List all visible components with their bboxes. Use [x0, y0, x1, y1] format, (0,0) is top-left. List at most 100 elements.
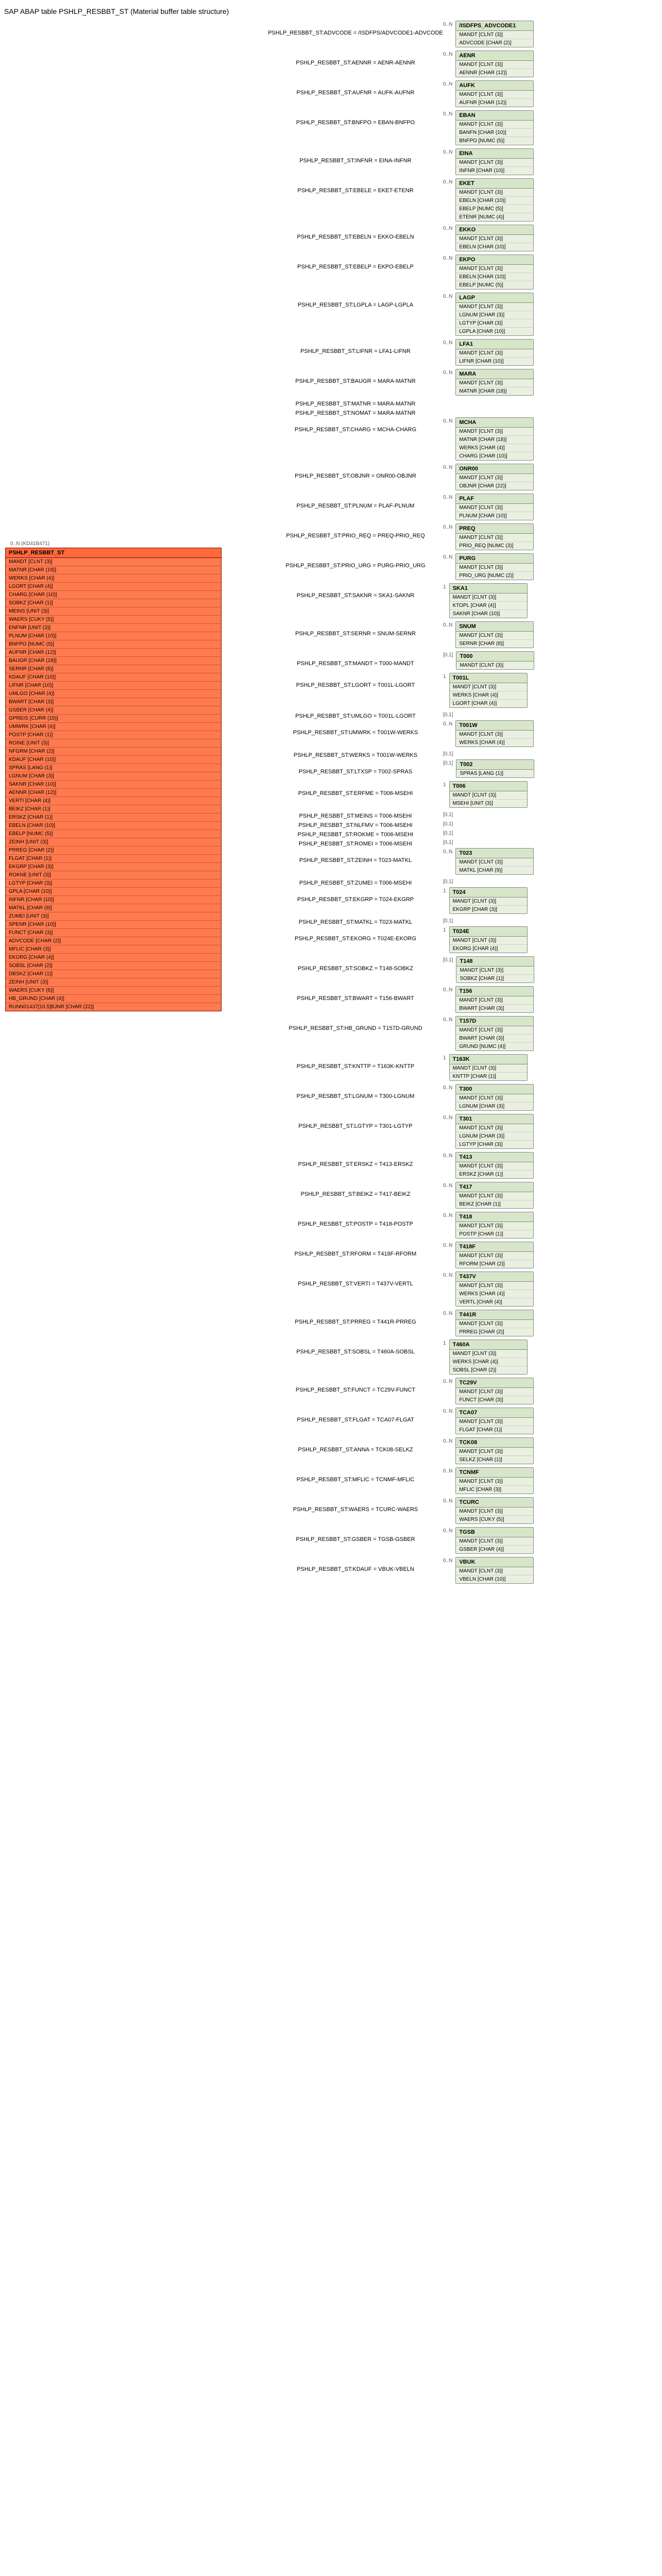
- target-table-field: LGPLA [CHAR (10)]: [456, 328, 533, 335]
- relation-right: 0..N/ISDFPS_ADVCODE1MANDT [CLNT (3)]ADVC…: [443, 21, 608, 47]
- cardinality-label: 0..N: [443, 1115, 452, 1121]
- relation-right: [0,1]: [443, 878, 608, 885]
- cardinality-label: [0,1]: [443, 652, 453, 658]
- target-table-header: SNUM: [456, 622, 533, 632]
- main-table-field: KDAUF [CHAR (10)]: [6, 673, 221, 682]
- target-table-field: MATKL [CHAR (9)]: [456, 867, 533, 874]
- relation-row: PSHLP_RESBBT_ST:ADVCODE = /ISDFPS/ADVCOD…: [0, 21, 662, 47]
- target-table-header: T001L: [450, 673, 527, 683]
- target-table-field: CHARG [CHAR (10)]: [456, 452, 533, 460]
- target-table-header: TCA07: [456, 1408, 533, 1418]
- cardinality-label: [0,1]: [443, 712, 453, 718]
- relation-row: PSHLP_RESBBT_ST:VERTI = T437V-VERTL0..NT…: [0, 1272, 662, 1307]
- main-table-field: WERKS [CHAR (4)]: [6, 574, 221, 583]
- target-table-field: VBELN [CHAR (10)]: [456, 1575, 533, 1583]
- target-table: T413MANDT [CLNT (3)]ERSKZ [CHAR (1)]: [455, 1152, 534, 1179]
- main-table-field: WAERS [CUKY (5)]: [6, 987, 221, 995]
- main-table: PSHLP_RESBBT_ST MANDT [CLNT (3)]MATNR [C…: [5, 548, 222, 1011]
- main-table-field: ENFNR [UNIT (3)]: [6, 624, 221, 632]
- target-table-field: MANDT [CLNT (3)]: [456, 121, 533, 129]
- relation-right: 0..NAUFKMANDT [CLNT (3)]AUFNR [CHAR (12)…: [443, 80, 608, 107]
- target-table: T301MANDT [CLNT (3)]LGNUM [CHAR (3)]LGTY…: [455, 1114, 534, 1149]
- target-table-field: EBELP [NUMC (5)]: [456, 281, 533, 289]
- relation-right: 0..NT437VMANDT [CLNT (3)]WERKS [CHAR (4)…: [443, 1272, 608, 1307]
- target-table-field: LGNUM [CHAR (3)]: [456, 311, 533, 319]
- target-table-field: EBELP [NUMC (5)]: [456, 205, 533, 213]
- cardinality-label: 0..N: [443, 465, 452, 470]
- relation-right: 1T163KMANDT [CLNT (3)]KNTTP [CHAR (1)]: [443, 1054, 608, 1081]
- target-table: T148MANDT [CLNT (3)]SOBKZ [CHAR (1)]: [456, 956, 534, 983]
- target-table-field: BWART [CHAR (3)]: [456, 1035, 533, 1043]
- main-table-field: UMLGO [CHAR (4)]: [6, 690, 221, 698]
- main-table-field: RUNN01437[10,5]BJNR [CHAR (22)]: [6, 1003, 221, 1011]
- relation-label: PSHLP_RESBBT_ST:EBELN = EKKO-EBELN: [268, 225, 443, 240]
- target-table-header: T441R: [456, 1310, 533, 1320]
- target-table-field: MANDT [CLNT (3)]: [456, 1320, 533, 1328]
- main-table-field: KDAUF [CHAR (10)]: [6, 756, 221, 764]
- main-table-header: PSHLP_RESBBT_ST: [6, 548, 221, 558]
- target-table-header: T002: [456, 760, 534, 770]
- cardinality-label: 0..N: [443, 1558, 452, 1564]
- target-table-field: MANDT [CLNT (3)]: [456, 1124, 533, 1132]
- target-table: T437VMANDT [CLNT (3)]WERKS [CHAR (4)]VER…: [455, 1272, 534, 1307]
- target-table-header: PLAF: [456, 494, 533, 504]
- target-table-field: MSEHI [UNIT (3)]: [450, 800, 527, 807]
- main-table-field: SERNR [CHAR (8)]: [6, 665, 221, 673]
- target-table-field: OBJNR [CHAR (22)]: [456, 482, 533, 490]
- cardinality-label: 0..N: [443, 849, 452, 855]
- target-table-field: MANDT [CLNT (3)]: [456, 189, 533, 197]
- relation-label: PSHLP_RESBBT_ST:MATKL = T023-MATKL: [268, 917, 443, 925]
- main-table-field: EBELP [NUMC (5)]: [6, 830, 221, 838]
- target-table: T156MANDT [CLNT (3)]BWART [CHAR (3)]: [455, 986, 534, 1013]
- relation-label: PSHLP_RESBBT_ST:SAKNR = SKA1-SAKNR: [268, 583, 443, 599]
- relation-right: 0..NTCA07MANDT [CLNT (3)]FLGAT [CHAR (1)…: [443, 1408, 608, 1434]
- target-table-field: MANDT [CLNT (3)]: [456, 564, 533, 572]
- target-table-header: AUFK: [456, 81, 533, 91]
- target-table: TC29VMANDT [CLNT (3)]FUNCT [CHAR (3)]: [455, 1378, 534, 1404]
- page-title: SAP ABAP table PSHLP_RESBBT_ST (Material…: [4, 7, 662, 15]
- cardinality-label: 0..N: [443, 495, 452, 500]
- target-table-field: MANDT [CLNT (3)]: [456, 1418, 533, 1426]
- target-table-field: MANDT [CLNT (3)]: [456, 1478, 533, 1486]
- cardinality-label: 0..N: [443, 1379, 452, 1384]
- relation-row: PSHLP_RESBBT_ST:BEIKZ = T417-BEIKZ0..NT4…: [0, 1182, 662, 1209]
- main-table-field: SOBKZ [CHAR (1)]: [6, 599, 221, 607]
- target-table: PURGMANDT [CLNT (3)]PRIO_URG [NUMC (2)]: [455, 553, 534, 580]
- target-table-field: ETENR [NUMC (4)]: [456, 213, 533, 221]
- relation-label: PSHLP_RESBBT_ST:BWART = T156-BWART: [268, 986, 443, 1002]
- target-table-field: WERKS [CHAR (4)]: [450, 691, 527, 700]
- relation-right: 0..NT441RMANDT [CLNT (3)]PRREG [CHAR (2)…: [443, 1310, 608, 1336]
- relation-label: PSHLP_RESBBT_ST:SERNR = SNUM-SERNR: [268, 621, 443, 637]
- target-table-field: WERKS [CHAR (4)]: [456, 444, 533, 452]
- target-table-field: MANDT [CLNT (3)]: [456, 303, 533, 311]
- relation-label: PSHLP_RESBBT_ST:BNFPO = EBAN-BNFPO: [268, 110, 443, 126]
- relation-label: PSHLP_RESBBT_ST:NLFMV = T006-MSEHI: [268, 820, 443, 828]
- relation-right: 0..NTC29VMANDT [CLNT (3)]FUNCT [CHAR (3)…: [443, 1378, 608, 1404]
- target-table-field: EBELN [CHAR (10)]: [456, 197, 533, 205]
- relation-right: 0..NTCNMFMANDT [CLNT (3)]MFLIC [CHAR (3)…: [443, 1467, 608, 1494]
- cardinality-label: 0..N: [443, 340, 452, 346]
- target-table-field: LGTYP [CHAR (3)]: [456, 319, 533, 328]
- relation-right: 0..NT301MANDT [CLNT (3)]LGNUM [CHAR (3)]…: [443, 1114, 608, 1149]
- relation-right: 1T006MANDT [CLNT (3)]MSEHI [UNIT (3)]: [443, 781, 608, 808]
- relation-label: PSHLP_RESBBT_ST:KNTTP = T163K-KNTTP: [268, 1054, 443, 1070]
- cardinality-label: 0..N: [443, 721, 452, 727]
- relation-right: 0..NTCK08MANDT [CLNT (3)]SELKZ [CHAR (1)…: [443, 1437, 608, 1464]
- target-table-field: AUFNR [CHAR (12)]: [456, 99, 533, 107]
- relation-row: PSHLP_RESBBT_ST:FUNCT = TC29V-FUNCT0..NT…: [0, 1378, 662, 1404]
- target-table: TGSBMANDT [CLNT (3)]GSBER [CHAR (4)]: [455, 1527, 534, 1554]
- relation-right: 0..NPURGMANDT [CLNT (3)]PRIO_URG [NUMC (…: [443, 553, 608, 580]
- relation-right: [0,1]: [443, 820, 608, 827]
- relation-label: PSHLP_RESBBT_ST:FLGAT = TCA07-FLGAT: [268, 1408, 443, 1423]
- relation-label: PSHLP_RESBBT_ST:ZEINH = T023-MATKL: [268, 848, 443, 863]
- relation-label: PSHLP_RESBBT_ST:EBELP = EKPO-EBELP: [268, 255, 443, 270]
- main-table-field: SAKNR [CHAR (10)]: [6, 781, 221, 789]
- relation-label: PSHLP_RESBBT_ST:LTXSP = T002-SPRAS: [268, 759, 443, 775]
- target-table: TCA07MANDT [CLNT (3)]FLGAT [CHAR (1)]: [455, 1408, 534, 1434]
- cardinality-label: 0..N: [443, 1017, 452, 1023]
- target-table-header: T163K: [450, 1055, 527, 1064]
- target-table: TCURCMANDT [CLNT (3)]WAERS [CUKY (5)]: [455, 1497, 534, 1524]
- target-table-field: KTOPL [CHAR (4)]: [450, 602, 527, 610]
- main-table-field: VERTI [CHAR (4)]: [6, 797, 221, 805]
- target-table-header: MCHA: [456, 418, 533, 428]
